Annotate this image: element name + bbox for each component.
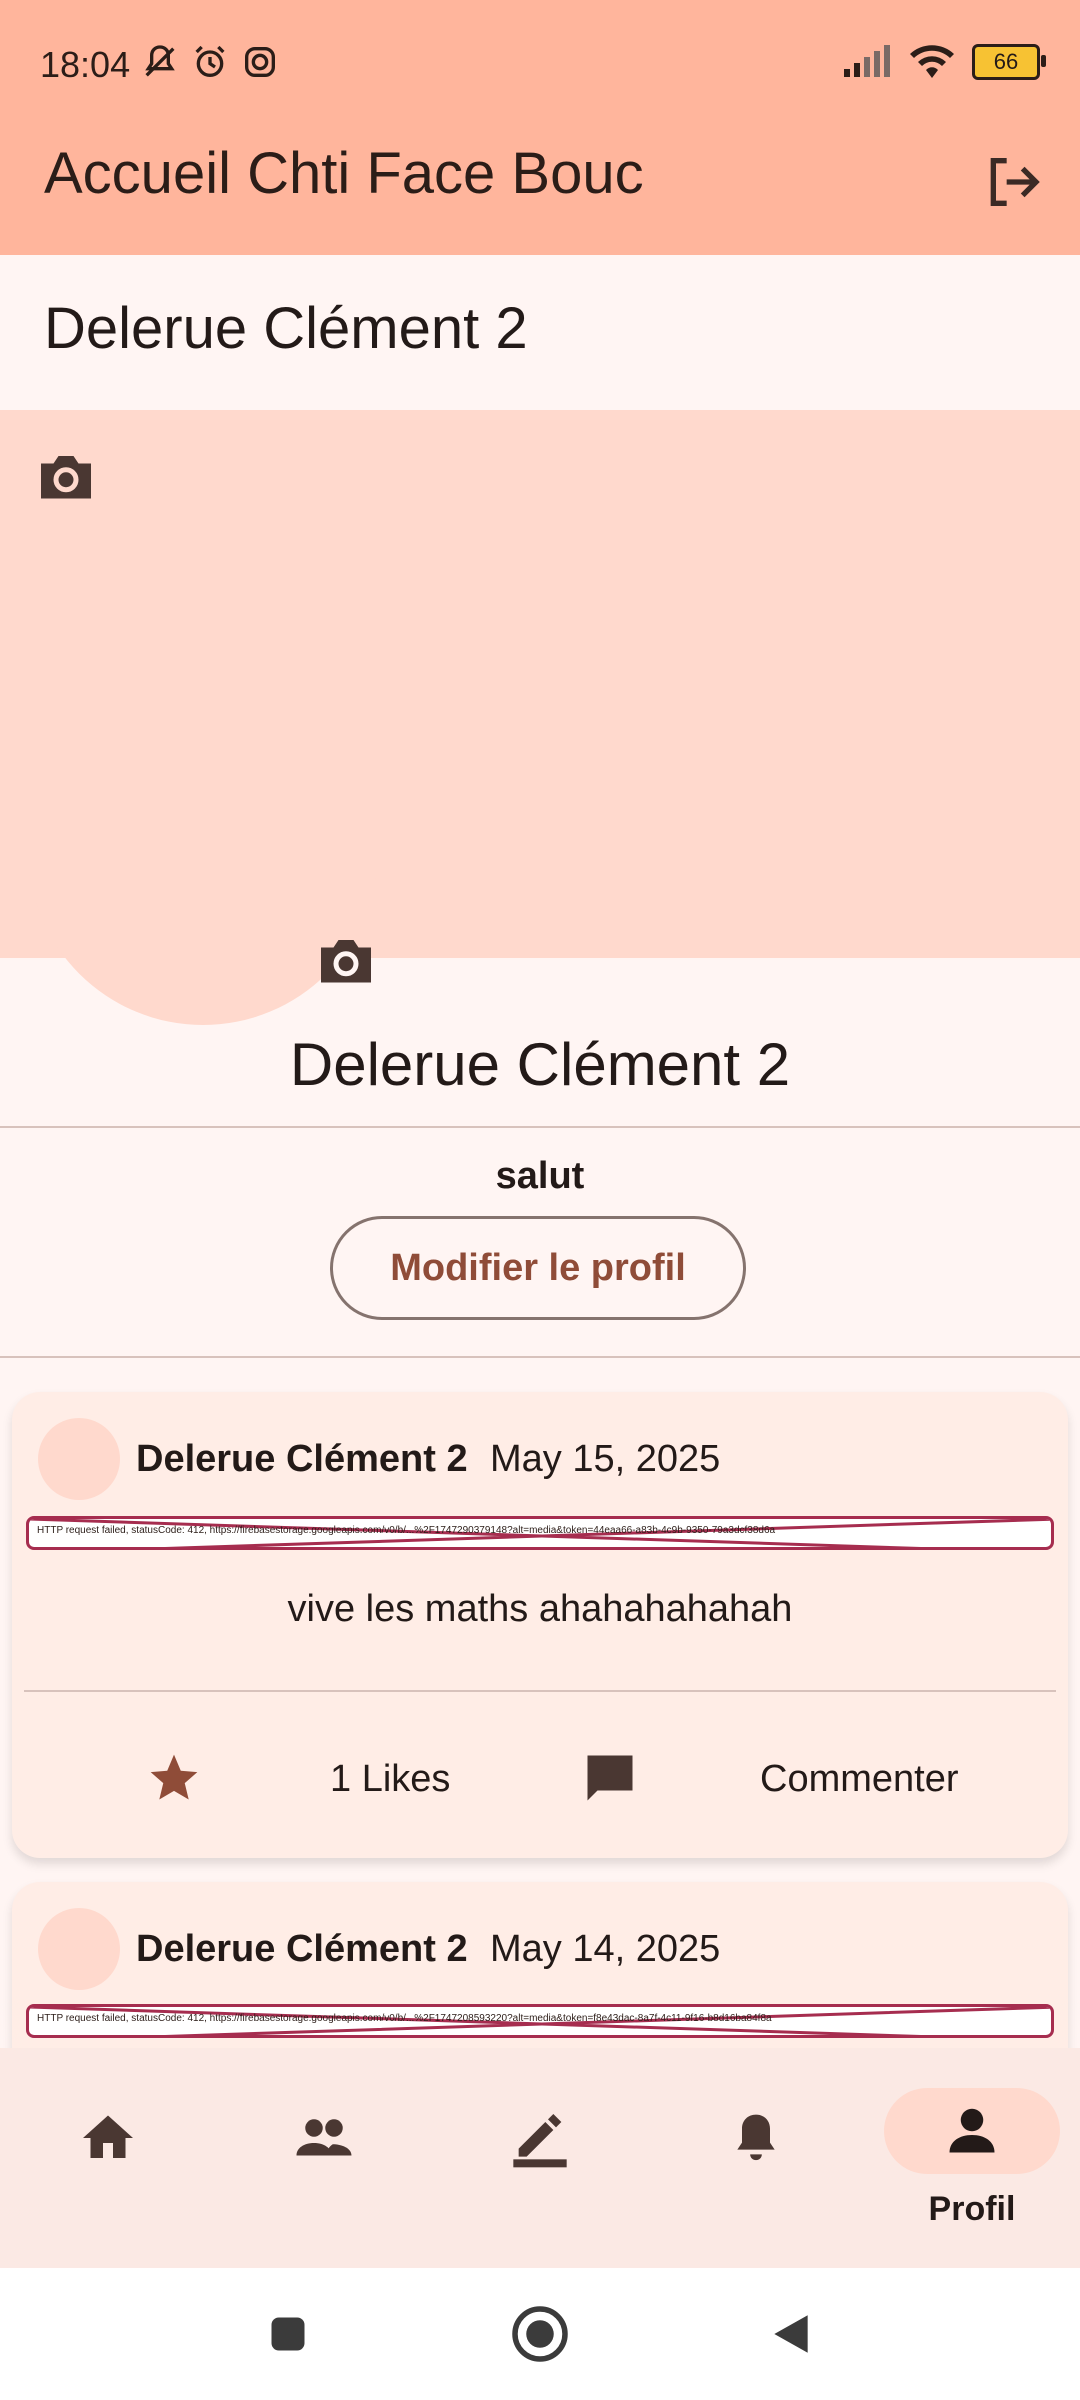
camera-icon[interactable] [36,448,96,504]
logout-icon[interactable] [980,150,1044,214]
comment-icon[interactable] [578,1748,642,1808]
recents-icon[interactable] [266,2312,310,2356]
post-author[interactable]: Delerue Clément 2 [136,1438,468,1481]
post-avatar[interactable] [38,1418,120,1500]
post-image-error-text: HTTP request failed, statusCode: 412, ht… [37,2013,772,2024]
battery-indicator: 66 [972,44,1046,80]
post-image-error: HTTP request failed, statusCode: 412, ht… [26,1516,1054,1550]
post-date: May 15, 2025 [490,1438,721,1480]
instagram-icon [245,47,275,77]
nav-new-post[interactable] [480,2088,600,2188]
friends-icon [296,2119,352,2156]
comment-button[interactable]: Commenter [760,1758,959,1801]
wifi-icon [910,45,954,78]
muted-bell-icon [145,45,175,77]
divider [0,1126,1080,1128]
battery-level: 66 [993,49,1019,74]
profile-bio: salut [495,1155,585,1197]
divider [0,1356,1080,1358]
alarm-icon [195,45,225,77]
nav-profile-label[interactable]: Profil [884,2190,1060,2229]
status-time: 18:04 [40,44,131,85]
camera-icon[interactable] [316,932,376,988]
home-icon [83,2115,133,2158]
nav-friends[interactable] [264,2088,384,2188]
status-right-icons: 66 [842,44,1046,80]
notifications-icon [737,2114,775,2161]
post-avatar[interactable] [38,1908,120,1990]
post-date: May 14, 2025 [490,1928,721,1970]
post-card: Delerue Clément 2 May 15, 2025 HTTP requ… [12,1392,1068,1858]
profile-icon[interactable] [942,2100,1002,2160]
likes-count[interactable]: 1 Likes [330,1758,450,1801]
post-image-error-text: HTTP request failed, statusCode: 412, ht… [37,1525,776,1536]
post-image-error: HTTP request failed, statusCode: 412, ht… [26,2004,1054,2038]
status-left-icons [140,42,280,82]
edit-profile-button[interactable]: Modifier le profil [330,1216,746,1320]
home-button-icon[interactable] [510,2304,570,2364]
profile-name: Delerue Clément 2 [289,1031,791,1098]
app-title: Accueil Chti Face Bouc [44,141,644,206]
edit-icon [513,2114,567,2168]
post-divider [24,1690,1056,1692]
star-icon[interactable] [146,1750,202,1806]
avatar[interactable] [28,820,378,1025]
post-text: vive les maths ahahahahahah [287,1588,793,1630]
back-icon[interactable] [766,2308,816,2360]
signal-icon [844,45,890,77]
post-author[interactable]: Delerue Clément 2 [136,1928,468,1971]
user-header-name: Delerue Clément 2 [44,296,528,361]
nav-notifications[interactable] [696,2088,816,2188]
nav-home[interactable] [48,2088,168,2188]
